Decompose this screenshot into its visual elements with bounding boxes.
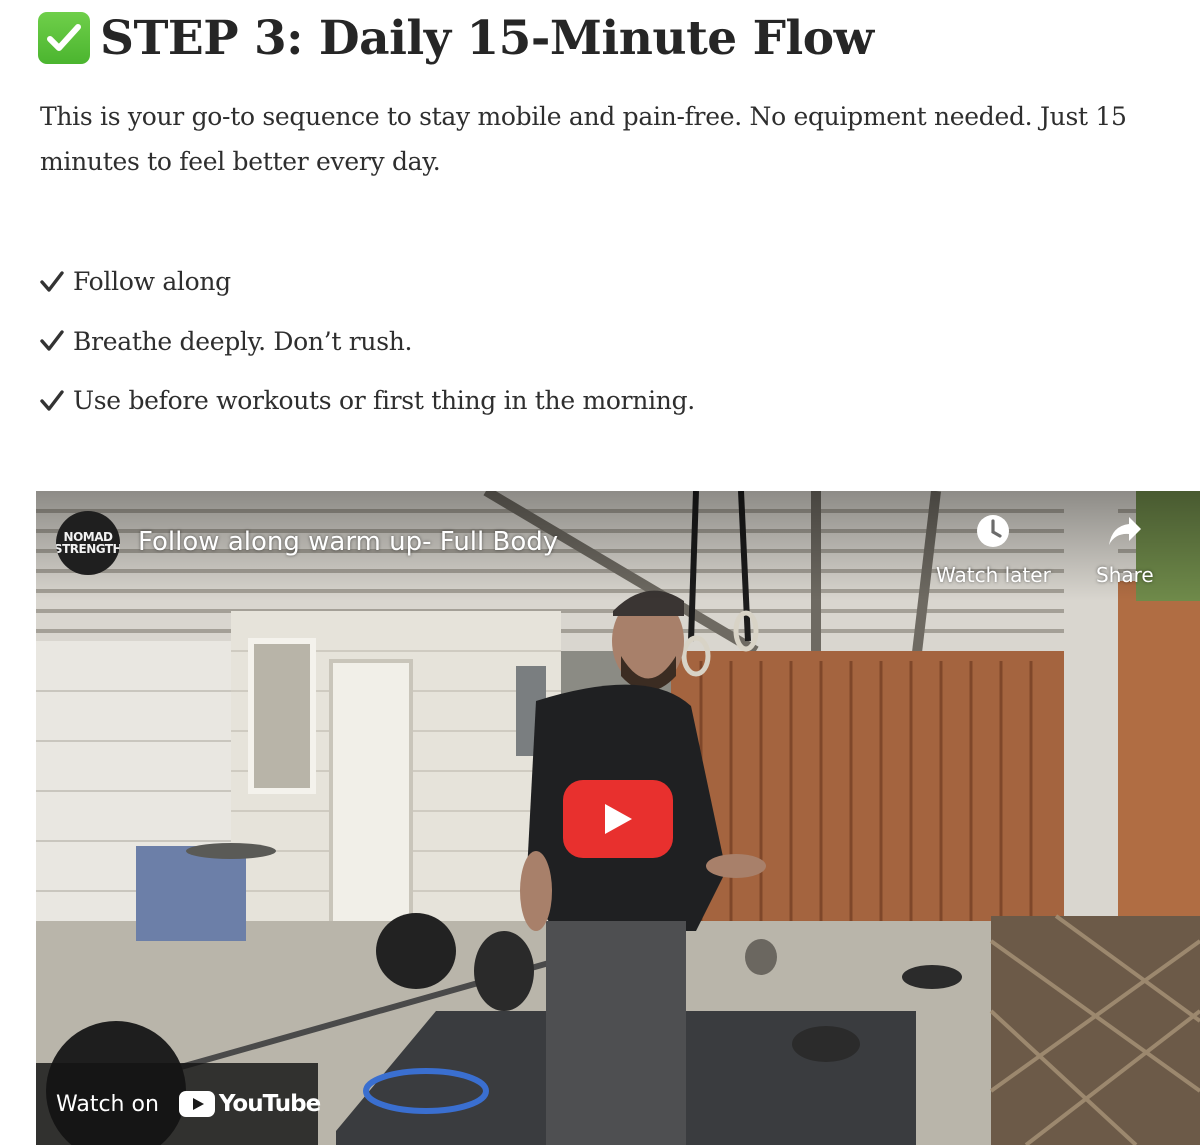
share-label: Share	[1096, 563, 1154, 587]
youtube-embed[interactable]: NOMAD STRENGTH Follow along warm up- Ful…	[36, 491, 1200, 1145]
heading-title: STEP 3: Daily 15-Minute Flow	[100, 10, 874, 66]
checkmark-icon	[40, 330, 66, 352]
youtube-logo: YouTube	[178, 1091, 321, 1117]
channel-avatar[interactable]: NOMAD STRENGTH	[56, 511, 120, 575]
watch-later-button[interactable]: Watch later	[936, 513, 1051, 587]
youtube-logo-text: YouTube	[218, 1091, 321, 1117]
intro-paragraph: This is your go-to sequence to stay mobi…	[40, 102, 1127, 176]
clock-icon	[975, 513, 1011, 549]
watch-later-label: Watch later	[936, 563, 1051, 587]
section-heading: STEP 3: Daily 15-Minute Flow	[38, 6, 874, 70]
play-button[interactable]	[563, 780, 673, 858]
play-icon	[601, 801, 635, 837]
share-button[interactable]: Share	[1096, 513, 1154, 587]
list-item: Follow along	[40, 252, 695, 312]
list-item-text: Use before workouts or first thing in th…	[73, 386, 695, 416]
channel-avatar-text: NOMAD STRENGTH	[56, 530, 120, 556]
list-item-text: Follow along	[73, 267, 231, 297]
list-item: Use before workouts or first thing in th…	[40, 371, 695, 431]
watch-on-label: Watch on	[56, 1091, 159, 1117]
list-item-text: Breathe deeply. Don’t rush.	[73, 326, 413, 356]
video-title[interactable]: Follow along warm up- Full Body	[138, 527, 558, 557]
check-mark-button-icon	[38, 12, 90, 64]
checkmark-icon	[40, 390, 66, 412]
share-arrow-icon	[1107, 513, 1143, 549]
watch-on-youtube-button[interactable]: Watch on YouTube	[36, 1063, 321, 1145]
checklist: Follow along Breathe deeply. Don’t rush.…	[40, 252, 695, 431]
checkmark-icon	[40, 271, 66, 293]
youtube-logo-icon	[178, 1091, 215, 1117]
list-item: Breathe deeply. Don’t rush.	[40, 312, 695, 372]
